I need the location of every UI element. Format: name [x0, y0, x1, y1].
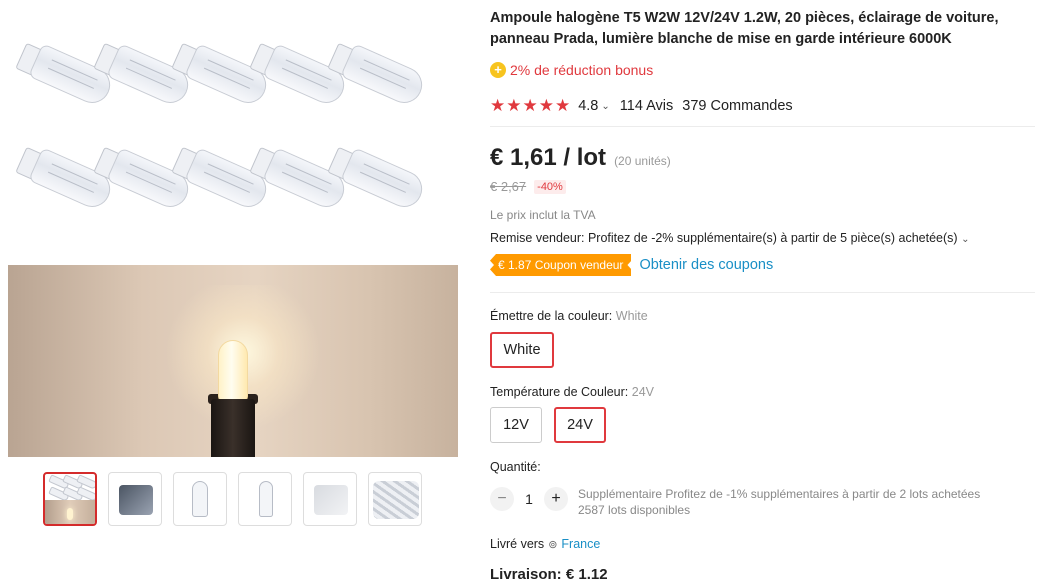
price-row: € 1,61 / lot (20 unités)	[490, 144, 671, 172]
bulb-pile-icon	[373, 481, 419, 519]
rating-row: ★★★★★ 4.8 ⌄ 114 Avis 379 Commandes	[490, 96, 793, 116]
delivery-cost: Livraison: € 1.12	[490, 566, 608, 583]
temp-label: Température de Couleur: 24V	[490, 385, 654, 399]
bonus-badge: + 2% de réduction bonus	[490, 62, 653, 78]
image-gallery	[0, 0, 470, 588]
temp-option-12v[interactable]: 12V	[490, 407, 542, 443]
divider	[490, 126, 1035, 127]
get-coupons-link[interactable]: Obtenir des coupons	[639, 257, 773, 273]
product-info-panel: Ampoule halogène T5 W2W 12V/24V 1.2W, 20…	[490, 0, 1035, 588]
seller-discount[interactable]: Remise vendeur: Profitez de -2% suppléme…	[490, 231, 969, 245]
thumbnail-6[interactable]	[368, 472, 422, 526]
ship-to-label: Livré vers	[490, 537, 545, 551]
quantity-notes: Supplémentaire Profitez de -1% supplémen…	[578, 486, 980, 518]
lit-bulb-icon	[218, 340, 248, 402]
location-pin-icon: ⊚	[548, 538, 558, 551]
divider	[490, 292, 1035, 293]
vat-note: Le prix inclut la TVA	[490, 208, 596, 222]
stock-note: 2587 lots disponibles	[578, 503, 691, 517]
quantity-input[interactable]: 1	[514, 486, 544, 512]
temp-selected-value: 24V	[631, 385, 655, 399]
bulb-icon	[192, 481, 208, 517]
rating-value[interactable]: 4.8	[578, 98, 598, 114]
original-price: € 2,67	[490, 179, 527, 194]
reviews-link[interactable]: 114 Avis	[620, 98, 673, 114]
bulb-glass	[340, 147, 428, 213]
seller-discount-text: Remise vendeur: Profitez de -2% suppléme…	[490, 231, 958, 245]
bulb-glass	[340, 43, 428, 109]
thumbnail-4[interactable]	[238, 472, 292, 526]
unit-count: (20 unités)	[614, 154, 671, 168]
socket-icon	[211, 399, 255, 457]
bulb-icon	[327, 34, 428, 114]
color-label-text: Émettre de la couleur:	[490, 309, 613, 323]
quantity-label: Quantité:	[490, 460, 541, 474]
old-price-row: € 2,67 -40%	[490, 179, 566, 194]
thumbnail-1[interactable]	[43, 472, 97, 526]
discount-badge: -40%	[534, 179, 566, 194]
thumbnail-3[interactable]	[173, 472, 227, 526]
color-option-white[interactable]: White	[490, 332, 554, 368]
dimensions-photo-icon	[314, 485, 348, 515]
color-selected-value: White	[615, 309, 648, 323]
main-image-bulbs-grid[interactable]	[8, 20, 458, 242]
ship-to-row: Livré vers ⊚ France	[490, 537, 600, 551]
bulb-icon	[259, 481, 273, 517]
lit-bulb-icon	[67, 508, 73, 520]
product-title: Ampoule halogène T5 W2W 12V/24V 1.2W, 20…	[490, 10, 999, 47]
current-price: € 1,61 / lot	[490, 144, 607, 171]
bulk-discount-note: Supplémentaire Profitez de -1% supplémen…	[578, 487, 981, 501]
temp-option-24v[interactable]: 24V	[554, 407, 606, 443]
ship-country-link[interactable]: France	[561, 537, 600, 551]
quantity-stepper: − 1 + Supplémentaire Profitez de -1% sup…	[490, 486, 980, 518]
coupon-row: € 1.87 Coupon vendeur Obtenir des coupon…	[490, 254, 773, 276]
orders-count: 379 Commandes	[682, 98, 793, 114]
thumbnail-5[interactable]	[303, 472, 357, 526]
bulb-icon	[327, 138, 428, 218]
star-rating-icon: ★★★★★	[490, 96, 572, 115]
plus-coin-icon: +	[490, 62, 506, 78]
color-label: Émettre de la couleur: White	[490, 309, 648, 323]
chevron-down-icon: ⌄	[961, 234, 970, 245]
seller-coupon[interactable]: € 1.87 Coupon vendeur	[490, 254, 631, 276]
thumbnail-2[interactable]	[108, 472, 162, 526]
bonus-text: 2% de réduction bonus	[510, 62, 654, 78]
thumbnail-strip	[43, 472, 422, 526]
dashboard-photo-icon	[119, 485, 153, 515]
chevron-down-icon[interactable]: ⌄	[601, 101, 609, 112]
temp-label-text: Température de Couleur:	[490, 385, 629, 399]
increase-quantity-button[interactable]: +	[544, 487, 568, 511]
main-image-lit-bulb[interactable]	[8, 265, 458, 457]
decrease-quantity-button[interactable]: −	[490, 487, 514, 511]
